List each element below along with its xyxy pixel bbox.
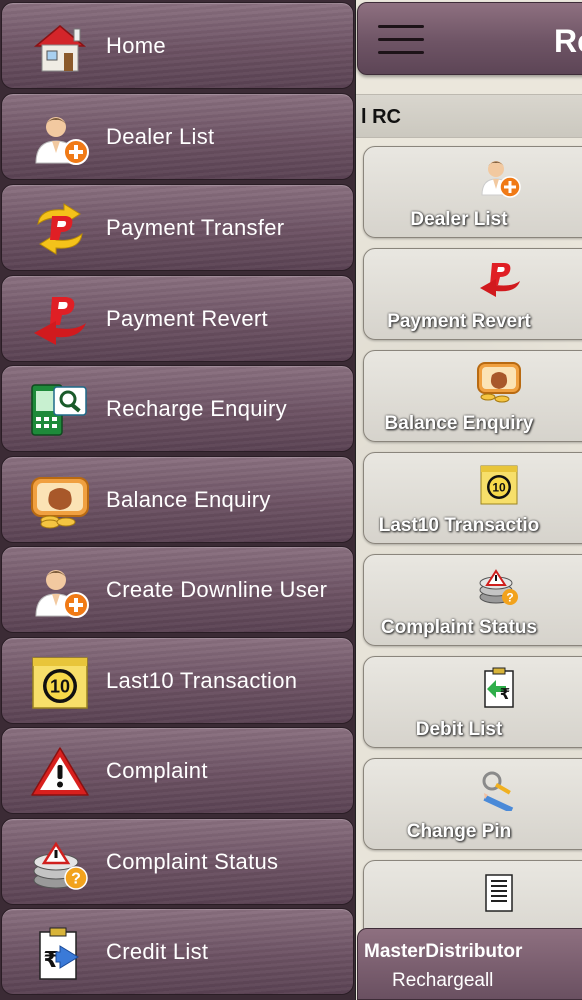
drawer-item-complaint[interactable]: Complaint — [1, 727, 354, 814]
app-toolbar: Re — [357, 2, 582, 75]
tile-label: Complaint Status — [380, 617, 538, 638]
tile-debit-list[interactable]: ₹ Debit List — [363, 656, 582, 748]
last10-icon: 10 — [32, 657, 88, 709]
navigation-drawer: Home Dealer List Payment Transfer Paymen… — [0, 0, 356, 1000]
drawer-item-label: Payment Transfer — [106, 215, 285, 240]
drawer-item-balance-enquiry[interactable]: Balance Enquiry — [1, 456, 354, 543]
tile-label: Payment Revert — [387, 311, 531, 332]
drawer-item-credit-list[interactable]: ₹ Credit List — [1, 908, 354, 995]
menu-icon[interactable] — [378, 25, 424, 55]
drawer-item-recharge-enquiry[interactable]: Recharge Enquiry — [1, 365, 354, 452]
payment-transfer-icon — [37, 203, 83, 255]
drawer-item-label: Last10 Transaction — [106, 668, 298, 693]
tile-label: Balance Enquiry — [384, 413, 534, 434]
payment-revert-icon — [480, 263, 520, 297]
tile-change-pin[interactable]: Change Pin — [363, 758, 582, 850]
report-icon — [485, 874, 513, 912]
drawer-item-complaint-status[interactable]: ? Complaint Status — [1, 818, 354, 905]
add-user-icon — [35, 117, 89, 165]
change-pin-icon — [482, 771, 514, 811]
drawer-item-label: Home — [106, 33, 166, 58]
user-role: MasterDistributor — [364, 941, 523, 962]
tile-label: Dealer List — [410, 209, 508, 230]
tile-label: Debit List — [415, 719, 503, 740]
drawer-item-payment-revert[interactable]: Payment Revert — [1, 275, 354, 362]
svg-text:10: 10 — [50, 677, 70, 697]
complaint-status-icon: ? — [479, 569, 518, 605]
drawer-item-dealer-list[interactable]: Dealer List — [1, 93, 354, 180]
drawer-item-payment-transfer[interactable]: Payment Transfer — [1, 184, 354, 271]
payment-revert-icon — [34, 297, 86, 345]
credit-list-icon: ₹ — [39, 927, 79, 980]
drawer-item-home[interactable]: Home — [1, 2, 354, 89]
section-header: l RC — [355, 94, 582, 138]
user-footer: MasterDistributor Rechargeall — [357, 928, 582, 1000]
svg-text:10: 10 — [492, 481, 506, 495]
drawer-item-label: Recharge Enquiry — [106, 396, 287, 421]
add-user-icon — [35, 570, 89, 618]
add-user-icon — [481, 161, 521, 198]
drawer-item-label: Complaint — [106, 758, 208, 783]
svg-text:?: ? — [506, 591, 513, 605]
svg-text:₹: ₹ — [500, 685, 510, 703]
user-name: Rechargeall — [392, 970, 494, 991]
drawer-item-label: Balance Enquiry — [106, 487, 271, 512]
tile-complaint-status[interactable]: ? Complaint Status — [363, 554, 582, 646]
svg-text:?: ? — [71, 871, 81, 888]
complaint-status-icon: ? — [33, 841, 88, 890]
drawer-item-label: Create Downline User — [106, 577, 328, 602]
drawer-item-label: Payment Revert — [106, 306, 268, 331]
debit-list-icon: ₹ — [484, 667, 514, 708]
money-bag-icon — [477, 362, 521, 403]
section-header-text: l RC — [361, 106, 401, 128]
tile-balance-enquiry[interactable]: Balance Enquiry — [363, 350, 582, 442]
drawer-item-label: Dealer List — [106, 124, 215, 149]
tile-payment-revert[interactable]: Payment Revert — [363, 248, 582, 340]
drawer-item-label: Complaint Status — [106, 849, 279, 874]
money-bag-icon — [31, 477, 89, 529]
drawer-item-last10-transaction[interactable]: 10 Last10 Transaction — [1, 637, 354, 724]
app-title: Re — [554, 23, 582, 59]
tile-label: Last10 Transactio — [378, 515, 540, 536]
drawer-item-label: Credit List — [106, 939, 209, 964]
drawer-item-create-downline-user[interactable]: Create Downline User — [1, 546, 354, 633]
warning-icon — [31, 747, 89, 796]
house-icon — [33, 25, 87, 72]
tile-dealer-list[interactable]: Dealer List — [363, 146, 582, 238]
last10-icon: 10 — [480, 465, 518, 505]
tile-last10-transaction[interactable]: 10 Last10 Transactio — [363, 452, 582, 544]
main-screen: Re l RC Dealer List Payment Revert — [355, 0, 582, 1000]
recharge-enquiry-icon — [31, 384, 87, 436]
tile-label: Change Pin — [406, 821, 512, 842]
